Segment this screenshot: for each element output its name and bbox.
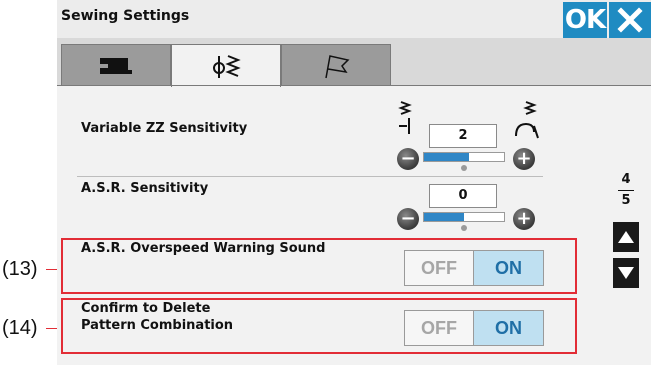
page-down-button[interactable] xyxy=(613,258,639,288)
zz-increase-button[interactable]: + xyxy=(513,148,535,170)
zz-wide-icon xyxy=(515,101,539,139)
asr-decrease-button[interactable]: − xyxy=(397,208,419,230)
zz-sensitivity-value: 2 xyxy=(429,124,497,148)
page-up-button[interactable] xyxy=(613,222,639,252)
zz-sensitivity-label: Variable ZZ Sensitivity xyxy=(81,121,248,136)
tab-stitch[interactable] xyxy=(171,44,281,87)
asr-sensitivity-value: 0 xyxy=(429,184,497,208)
zz-sensitivity-slider[interactable] xyxy=(423,152,505,162)
title-bar: Sewing Settings OK xyxy=(57,0,651,38)
ok-button[interactable]: OK xyxy=(563,2,607,38)
zz-narrow-icon xyxy=(398,101,412,134)
tab-flag[interactable] xyxy=(281,44,391,86)
arrow-up-icon xyxy=(618,231,634,243)
flag-icon xyxy=(325,54,350,78)
asr-increase-button[interactable]: + xyxy=(513,208,535,230)
divider-1 xyxy=(77,176,543,177)
window-title: Sewing Settings xyxy=(61,8,190,24)
page-current: 4 xyxy=(621,172,631,187)
tab-machine[interactable] xyxy=(61,44,171,86)
page-total: 5 xyxy=(621,193,631,208)
asr-sensitivity-label: A.S.R. Sensitivity xyxy=(81,181,209,196)
close-button[interactable] xyxy=(609,2,651,38)
tab-bar xyxy=(57,38,651,87)
zz-decrease-button[interactable]: − xyxy=(397,148,419,170)
confirm-delete-label-line2: Pattern Combination xyxy=(81,318,234,333)
close-icon xyxy=(617,7,643,33)
zz-slider-center-mark xyxy=(461,165,467,171)
arrow-down-icon xyxy=(618,267,634,279)
confirm-delete-off-button[interactable]: OFF xyxy=(405,311,473,345)
sewing-machine-icon xyxy=(100,57,132,74)
tab-divider xyxy=(57,85,651,86)
asr-warning-label: A.S.R. Overspeed Warning Sound xyxy=(81,241,326,256)
callout-14: (14) xyxy=(2,317,38,339)
asr-sensitivity-slider[interactable] xyxy=(423,212,505,222)
confirm-delete-label-line1: Confirm to Delete xyxy=(81,301,211,316)
confirm-delete-toggle: OFF ON xyxy=(404,310,544,346)
asr-slider-fill xyxy=(424,213,464,221)
callout-13: (13) xyxy=(2,258,38,280)
confirm-delete-on-button[interactable]: ON xyxy=(473,311,543,345)
settings-screen: Sewing Settings OK Variable ZZ Sensitivi… xyxy=(57,0,651,365)
zz-slider-fill xyxy=(424,153,469,161)
asr-warning-off-button[interactable]: OFF xyxy=(405,251,473,285)
stitch-icon xyxy=(213,55,241,78)
asr-warning-toggle: OFF ON xyxy=(404,250,544,286)
page-fraction-bar xyxy=(618,190,634,191)
asr-slider-center-mark xyxy=(461,225,467,231)
asr-warning-on-button[interactable]: ON xyxy=(473,251,543,285)
